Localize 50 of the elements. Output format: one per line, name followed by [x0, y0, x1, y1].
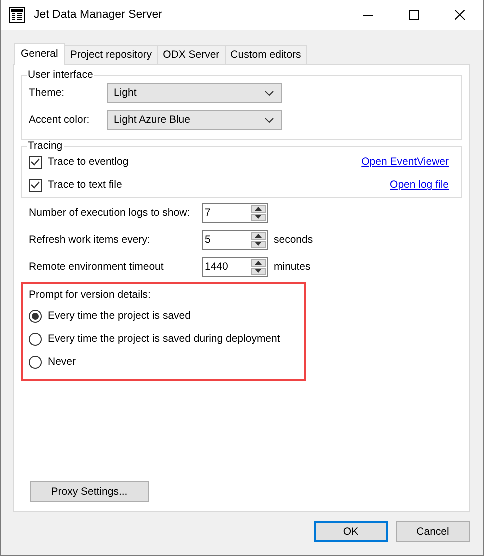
- cancel-button[interactable]: Cancel: [396, 521, 470, 542]
- section-label: Prompt for version details:: [29, 288, 152, 303]
- spin-down-button[interactable]: [251, 268, 266, 275]
- spin-down-button[interactable]: [251, 240, 266, 248]
- checkbox[interactable]: [29, 178, 42, 192]
- radio-label: Every time the project is saved during deployment: [48, 333, 280, 345]
- link[interactable]: Open EventViewer: [362, 156, 449, 168]
- field-label: Number of execution logs to show:: [29, 207, 192, 219]
- window-title: Jet Data Manager Server: [34, 9, 164, 21]
- number-field[interactable]: 1440: [202, 257, 268, 277]
- field-label: Refresh work items every:: [29, 234, 152, 246]
- maximize-icon: [409, 10, 419, 20]
- radio-button[interactable]: [29, 332, 42, 346]
- number-field[interactable]: 7: [202, 203, 268, 223]
- unit-label: seconds: [274, 234, 314, 246]
- chevron-icon: [265, 90, 274, 96]
- down-triangle-icon: [255, 215, 262, 220]
- number-field[interactable]: 5: [202, 230, 268, 250]
- proxy-settings-button[interactable]: Proxy Settings...: [30, 481, 149, 502]
- checkbox-label: Trace to text file: [48, 179, 122, 191]
- down-triangle-icon: [255, 242, 262, 246]
- down-triangle-icon: [255, 269, 262, 274]
- field-label: Remote environment timeout: [29, 261, 165, 273]
- ok-button[interactable]: OK: [314, 521, 388, 542]
- field-label: Accent color:: [29, 114, 91, 126]
- unit-label: minutes: [274, 261, 311, 273]
- close-icon: [455, 10, 465, 20]
- app-icon: [9, 7, 25, 23]
- up-triangle-icon: [255, 260, 262, 265]
- spin-up-button[interactable]: [251, 232, 266, 240]
- spin-down-button[interactable]: [251, 214, 266, 221]
- tab[interactable]: Custom editors: [224, 45, 308, 64]
- dropdown[interactable]: Light Azure Blue: [107, 110, 282, 130]
- chevron-icon: [265, 118, 274, 122]
- checkbox[interactable]: [29, 156, 42, 168]
- checkbox-label: Trace to eventlog: [48, 156, 129, 168]
- spin-up-button[interactable]: [251, 205, 266, 212]
- up-triangle-icon: [255, 234, 262, 238]
- link[interactable]: Open log file: [390, 179, 449, 191]
- radio-button[interactable]: [29, 310, 42, 322]
- field-label: Theme:: [29, 87, 66, 99]
- tab[interactable]: General: [14, 43, 66, 65]
- radio-label: Every time the project is saved: [48, 310, 191, 322]
- spin-up-button[interactable]: [251, 259, 266, 266]
- dropdown[interactable]: Light: [107, 83, 282, 103]
- radio-label: Never: [48, 356, 76, 368]
- group-label: Tracing: [27, 140, 64, 152]
- up-triangle-icon: [255, 206, 262, 211]
- radio-button[interactable]: [29, 356, 42, 368]
- group-label: User interface: [27, 69, 94, 81]
